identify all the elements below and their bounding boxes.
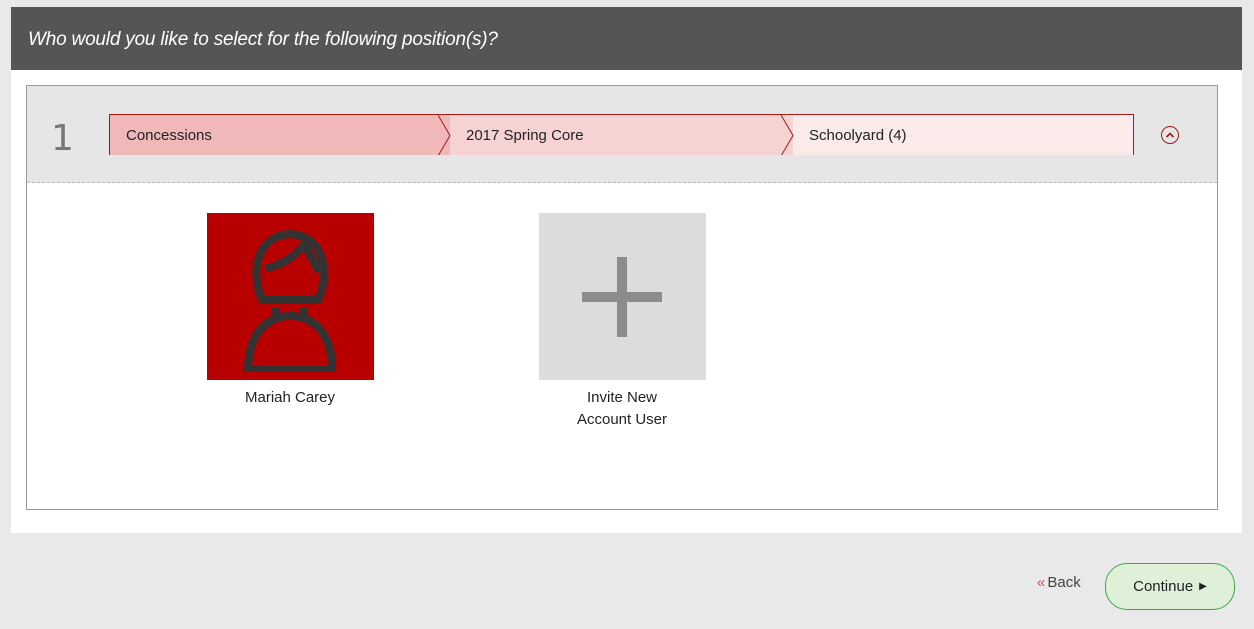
breadcrumb-label: 2017 Spring Core — [466, 126, 584, 144]
continue-label: Continue — [1133, 578, 1194, 595]
invite-tile[interactable] — [538, 213, 706, 380]
triangle-right-icon: ▶ — [1199, 581, 1207, 592]
breadcrumb-separator-icon — [781, 115, 794, 155]
breadcrumb-label: Concessions — [126, 126, 212, 144]
plus-icon — [582, 256, 662, 337]
breadcrumb: Concessions 2017 Spring Core Schoolyard … — [109, 114, 1134, 155]
main-panel: 1 Concessions 2017 Spring Core Schoolyar… — [11, 70, 1242, 533]
back-label: Back — [1047, 574, 1081, 591]
person-card-mariah-carey[interactable]: Mariah Carey — [190, 213, 390, 409]
position-number: 1 — [51, 118, 74, 159]
page-title: Who would you like to select for the fol… — [28, 29, 498, 50]
continue-button[interactable]: Continue ▶ — [1105, 563, 1235, 610]
position-header: 1 Concessions 2017 Spring Core Schoolyar… — [27, 86, 1217, 183]
person-icon — [244, 229, 336, 372]
person-name: Mariah Carey — [244, 389, 336, 406]
invite-label: Invite New Account User — [522, 387, 722, 431]
invite-new-user-card[interactable]: Invite New Account User — [522, 213, 722, 431]
breadcrumb-item-season: 2017 Spring Core — [450, 115, 794, 155]
breadcrumb-item-location: Schoolyard (4) — [793, 115, 1133, 155]
back-link[interactable]: «Back — [1037, 574, 1081, 591]
invite-label-line1: Invite New — [586, 389, 658, 406]
breadcrumb-label: Schoolyard (4) — [809, 126, 907, 144]
invite-label-line2: Account User — [576, 411, 668, 428]
collapse-button[interactable] — [1161, 126, 1179, 144]
chevron-up-icon — [1165, 132, 1175, 138]
position-card: 1 Concessions 2017 Spring Core Schoolyar… — [26, 85, 1218, 510]
breadcrumb-separator-icon — [438, 115, 451, 155]
double-chevron-left-icon: « — [1037, 574, 1046, 591]
breadcrumb-item-concessions: Concessions — [110, 115, 451, 155]
avatar[interactable] — [206, 213, 374, 380]
page-header: Who would you like to select for the fol… — [11, 7, 1242, 70]
